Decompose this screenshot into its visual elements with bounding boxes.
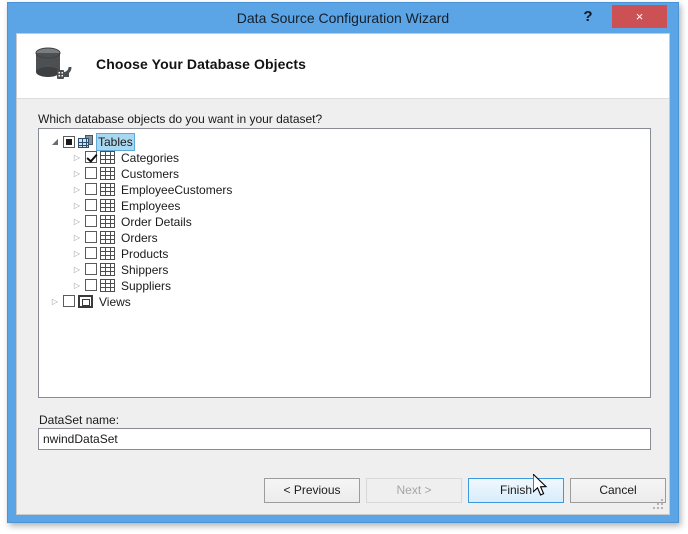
- tree-node-label: Order Details: [121, 214, 192, 229]
- table-icon: [100, 278, 115, 292]
- wizard-header: Choose Your Database Objects: [17, 34, 669, 99]
- button-bar: < Previous Next > Finish Cancel: [17, 474, 669, 514]
- database-connection-icon: [31, 44, 81, 90]
- table-icon: [100, 246, 115, 260]
- tree-node[interactable]: ▷ Order Details: [39, 213, 650, 229]
- tree-node-label: Employees: [121, 198, 181, 213]
- next-button: Next >: [366, 478, 462, 503]
- tree-node-label: Categories: [121, 150, 180, 165]
- previous-button[interactable]: < Previous: [264, 478, 360, 503]
- tree-node-checkbox[interactable]: [85, 279, 97, 292]
- tree-node-checkbox[interactable]: [85, 151, 97, 164]
- chevron-right-icon[interactable]: ▷: [69, 198, 85, 214]
- tree-node[interactable]: ▷ Views: [39, 293, 650, 309]
- tree-node-label: Suppliers: [121, 278, 172, 293]
- chevron-right-icon[interactable]: ▷: [69, 246, 85, 262]
- chevron-right-icon[interactable]: ▷: [69, 278, 85, 294]
- tree-node[interactable]: ▷ Suppliers: [39, 277, 650, 293]
- chevron-right-icon[interactable]: ▷: [69, 230, 85, 246]
- tree-node-label: Shippers: [121, 262, 169, 277]
- chevron-right-icon[interactable]: ▷: [69, 214, 85, 230]
- table-icon: [100, 230, 115, 244]
- tree-node-checkbox[interactable]: [85, 231, 97, 244]
- tree-node[interactable]: ▷ Orders: [39, 229, 650, 245]
- tree-node-label: EmployeeCustomers: [121, 182, 233, 197]
- help-icon[interactable]: ?: [575, 5, 601, 29]
- title-bar[interactable]: Data Source Configuration Wizard ? ×: [8, 3, 678, 33]
- resize-grip[interactable]: [653, 499, 665, 511]
- tree-node-checkbox[interactable]: [85, 263, 97, 276]
- chevron-right-icon[interactable]: ▷: [69, 150, 85, 166]
- tree-node-checkbox[interactable]: [85, 167, 97, 180]
- prompt-label: Which database objects do you want in yo…: [38, 112, 323, 126]
- tables-folder-icon: [78, 135, 93, 148]
- tree-node[interactable]: ▷ Categories: [39, 149, 650, 165]
- tree-node-label: Customers: [121, 166, 180, 181]
- dialog-client-area: Choose Your Database Objects Which datab…: [16, 33, 670, 515]
- tree-node-checkbox[interactable]: [85, 247, 97, 260]
- finish-button[interactable]: Finish: [468, 478, 564, 503]
- page-title: Choose Your Database Objects: [96, 56, 307, 72]
- tree-node-label: Orders: [121, 230, 158, 245]
- chevron-right-icon[interactable]: ▷: [69, 166, 85, 182]
- chevron-right-icon[interactable]: ▷: [69, 182, 85, 198]
- chevron-down-icon[interactable]: ◢: [47, 134, 63, 150]
- chevron-right-icon[interactable]: ▷: [69, 262, 85, 278]
- chevron-right-icon[interactable]: ▷: [47, 294, 63, 310]
- tree-node[interactable]: ▷ Products: [39, 245, 650, 261]
- tree-node[interactable]: ▷ Customers: [39, 165, 650, 181]
- table-icon: [100, 182, 115, 196]
- tree-node[interactable]: ◢ Tables: [39, 133, 650, 151]
- table-icon: [100, 262, 115, 276]
- views-folder-icon: [78, 294, 93, 308]
- tree-node[interactable]: ▷ Shippers: [39, 261, 650, 277]
- tree-node-checkbox[interactable]: [85, 183, 97, 196]
- tree-node-label: Views: [99, 294, 131, 309]
- table-icon: [100, 166, 115, 180]
- tree-node[interactable]: ▷ Employees: [39, 197, 650, 213]
- tree-node-checkbox[interactable]: [63, 135, 75, 148]
- close-icon[interactable]: ×: [612, 5, 667, 28]
- table-icon: [100, 214, 115, 228]
- table-icon: [100, 198, 115, 212]
- tree-node[interactable]: ▷ EmployeeCustomers: [39, 181, 650, 197]
- dialog-window: Data Source Configuration Wizard ? × Cho…: [7, 2, 679, 523]
- tree-node-checkbox[interactable]: [85, 215, 97, 228]
- tree-node-checkbox[interactable]: [63, 295, 75, 308]
- dataset-name-input[interactable]: [38, 428, 651, 450]
- database-objects-tree[interactable]: ◢ Tables ▷ Categories ▷ Customers ▷ EmployeeCus…: [38, 128, 651, 398]
- cancel-button[interactable]: Cancel: [570, 478, 666, 503]
- table-icon: [100, 150, 115, 164]
- dataset-name-label: DataSet name:: [39, 412, 120, 427]
- tree-node-label: Products: [121, 246, 169, 261]
- tree-node-checkbox[interactable]: [85, 199, 97, 212]
